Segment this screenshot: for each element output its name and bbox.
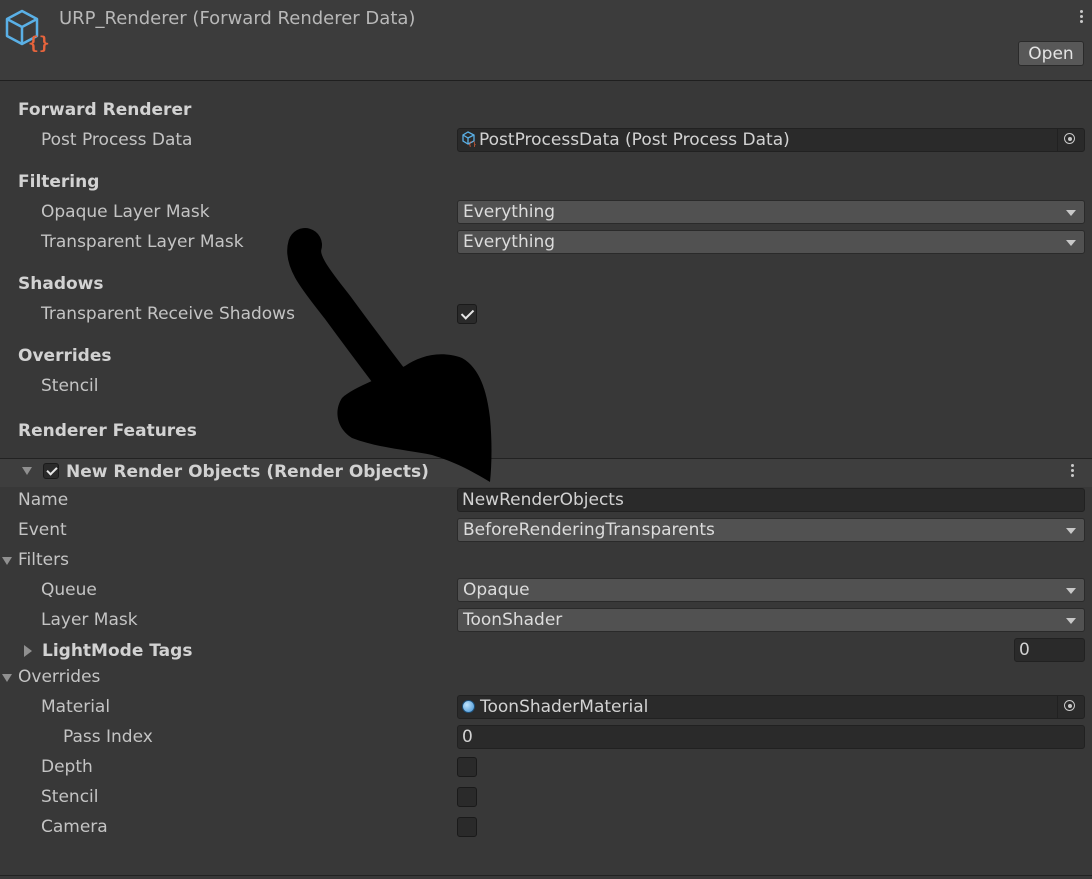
depth-label: Depth [41, 757, 93, 777]
chevron-down-icon [1066, 618, 1076, 624]
section-overrides: Overrides [18, 346, 112, 366]
chevron-down-icon [1066, 588, 1076, 594]
transparent-receive-shadows-label: Transparent Receive Shadows [41, 304, 295, 324]
pass-index-label: Pass Index [63, 727, 153, 747]
depth-checkbox[interactable] [457, 757, 477, 777]
feature-stencil-label: Stencil [41, 787, 99, 807]
pass-index-input[interactable]: 0 [457, 725, 1085, 749]
camera-checkbox[interactable] [457, 817, 477, 837]
feature-title: New Render Objects (Render Objects) [66, 462, 429, 482]
chevron-down-icon [1066, 528, 1076, 534]
material-label: Material [41, 697, 111, 717]
svg-text:{}: {} [468, 141, 476, 147]
divider [0, 875, 1092, 876]
post-process-data-label: Post Process Data [41, 130, 193, 150]
queue-label: Queue [41, 580, 97, 600]
filters-label[interactable]: Filters [18, 550, 69, 570]
open-button[interactable]: Open [1018, 41, 1084, 66]
transparent-layer-mask-value: Everything [463, 232, 556, 252]
header-menu-icon[interactable] [1080, 10, 1084, 25]
material-value: ToonShaderMaterial [480, 697, 649, 717]
inspector-header: {} URP_Renderer (Forward Renderer Data) … [0, 0, 1092, 81]
transparent-receive-shadows-checkbox[interactable] [457, 304, 477, 324]
feature-name-input[interactable]: NewRenderObjects [457, 488, 1085, 512]
feature-enabled-checkbox[interactable] [43, 463, 59, 479]
inspector-title: URP_Renderer (Forward Renderer Data) [59, 8, 416, 29]
layer-mask-label: Layer Mask [41, 610, 138, 630]
opaque-layer-mask-dropdown[interactable]: Everything [457, 200, 1085, 224]
event-label: Event [18, 520, 67, 540]
opaque-layer-mask-label: Opaque Layer Mask [41, 202, 210, 222]
material-icon [462, 700, 475, 713]
checkmark-icon [460, 306, 475, 320]
transparent-layer-mask-dropdown[interactable]: Everything [457, 230, 1085, 254]
event-dropdown[interactable]: BeforeRenderingTransparents [457, 518, 1085, 542]
section-shadows: Shadows [18, 274, 104, 294]
queue-dropdown[interactable]: Opaque [457, 578, 1085, 602]
object-picker-icon[interactable] [1057, 696, 1084, 718]
svg-text:{}: {} [28, 33, 50, 54]
asset-icon: {} [462, 131, 476, 147]
chevron-down-icon [1066, 210, 1076, 216]
checkmark-icon [46, 464, 58, 476]
section-renderer-features: Renderer Features [18, 421, 197, 441]
overrides-label[interactable]: Overrides [18, 667, 100, 687]
section-filtering: Filtering [18, 172, 100, 192]
section-forward-renderer: Forward Renderer [18, 100, 192, 120]
opaque-layer-mask-value: Everything [463, 202, 556, 222]
post-process-data-value: PostProcessData (Post Process Data) [479, 130, 790, 150]
lightmode-tags-label[interactable]: LightMode Tags [42, 641, 192, 661]
lightmode-tags-count-input[interactable]: 0 [1014, 638, 1085, 662]
stencil-label: Stencil [41, 376, 99, 396]
feature-menu-icon[interactable] [1071, 464, 1075, 479]
feature-stencil-checkbox[interactable] [457, 787, 477, 807]
lightmode-foldout-icon[interactable] [24, 645, 32, 657]
event-value: BeforeRenderingTransparents [463, 520, 715, 540]
transparent-layer-mask-label: Transparent Layer Mask [41, 232, 244, 252]
foldout-expanded-icon[interactable] [22, 467, 32, 475]
filters-foldout-icon[interactable] [2, 557, 12, 565]
layer-mask-dropdown[interactable]: ToonShader [457, 608, 1085, 632]
chevron-down-icon [1066, 240, 1076, 246]
feature-name-label: Name [18, 490, 69, 510]
overrides-foldout-icon[interactable] [2, 674, 12, 682]
camera-label: Camera [41, 817, 108, 837]
queue-value: Opaque [463, 580, 530, 600]
layer-mask-value: ToonShader [463, 610, 563, 630]
material-field[interactable]: ToonShaderMaterial [457, 695, 1085, 719]
post-process-data-field[interactable]: {} PostProcessData (Post Process Data) [457, 128, 1085, 152]
object-picker-icon[interactable] [1057, 129, 1084, 151]
stencil-checkbox[interactable] [457, 376, 477, 396]
script-asset-icon: {} [5, 9, 50, 54]
